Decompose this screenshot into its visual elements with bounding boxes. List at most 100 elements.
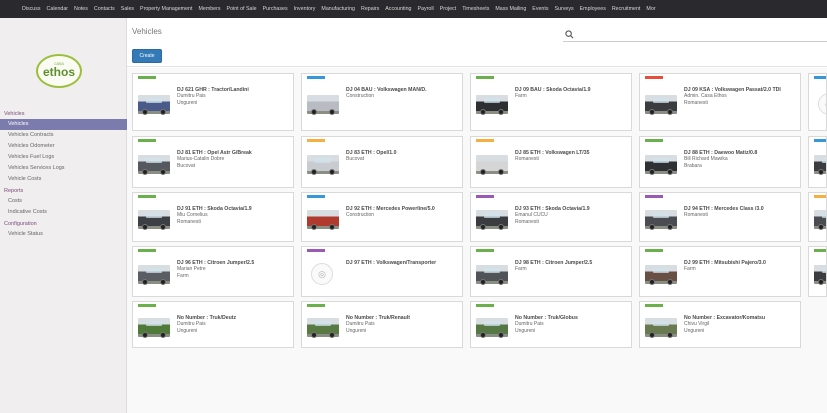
vehicle-wheel <box>667 224 673 230</box>
top-menu-item[interactable]: Events <box>532 6 548 12</box>
top-menu-item[interactable]: Mass Mailing <box>495 6 526 12</box>
vehicle-window <box>653 321 669 326</box>
vehicle-wheel <box>142 169 148 175</box>
vehicle-info-line: Ungureni <box>177 327 198 334</box>
sidebar-item[interactable]: Vehicles <box>0 119 127 130</box>
vehicle-photo <box>476 265 508 285</box>
sidebar-item[interactable]: Indicative Costs <box>0 207 127 218</box>
vehicle-card-details: No Number : Truk/Deutz Dumitru Pais Ungure… <box>177 315 293 334</box>
vehicle-card-details: No Number : Truk/Globus Dumitru Pais Ungur… <box>515 315 631 334</box>
top-menu-item[interactable]: Property Management <box>140 6 192 12</box>
vehicle-card[interactable]: No Number : Truk/Globus Dumitru Pais Ungur… <box>470 301 632 348</box>
vehicle-info-line: Romanesti <box>177 218 201 225</box>
top-menu-item[interactable]: Purchases <box>263 6 288 12</box>
create-button[interactable]: Create <box>132 49 162 63</box>
tag-color-bar <box>307 76 325 79</box>
vehicle-card-partial[interactable] <box>808 192 827 242</box>
vehicle-card-partial[interactable] <box>808 246 827 297</box>
vehicle-wheel <box>142 332 148 338</box>
top-menu-item[interactable]: Point of Sale <box>227 6 257 12</box>
vehicle-window <box>146 321 162 326</box>
tag-color-bar <box>307 195 325 198</box>
vehicle-wheel <box>649 224 655 230</box>
top-menu: Discuss Calendar Notes Contacts Sales Propert… <box>0 0 827 18</box>
top-menu-item[interactable]: Discuss <box>22 6 41 12</box>
tag-color-bar <box>138 76 156 79</box>
vehicle-card[interactable]: DJ 81 ETH : Opel Astr G/Break Marius-Cata… <box>132 136 294 188</box>
tag-color-bar <box>645 304 663 307</box>
top-menu-item[interactable]: Recruitment <box>612 6 641 12</box>
vehicle-wheel <box>667 332 673 338</box>
top-menu-item[interactable]: Mor <box>646 6 655 12</box>
tag-color-bar <box>138 304 156 307</box>
vehicle-card[interactable]: DJ 96 ETH : Citroen Jumper/2.5 Marian Pet… <box>132 246 294 297</box>
top-menu-item[interactable]: Sales <box>121 6 134 12</box>
sidebar-item[interactable]: Vehicle Costs <box>0 174 127 185</box>
top-menu-item[interactable]: Accounting <box>385 6 411 12</box>
vehicle-info-line: Construction <box>346 212 375 219</box>
top-menu-item[interactable]: Timesheets <box>462 6 489 12</box>
search-input[interactable] <box>563 29 827 42</box>
breadcrumb[interactable]: Vehicles <box>132 27 162 36</box>
vehicle-wheel <box>818 224 824 230</box>
camera-placeholder-icon: ◎ <box>818 93 826 115</box>
vehicle-wheel <box>329 169 335 175</box>
vehicle-wheel <box>818 169 824 175</box>
vehicle-card[interactable]: DJ 91 ETH : Skoda Octavia/1.9 Miu Corneli… <box>132 192 294 242</box>
vehicle-window <box>653 98 669 103</box>
vehicle-card[interactable]: DJ 94 ETH : Mercedes Class /3.0 Romanesti <box>639 192 801 242</box>
vehicle-card[interactable]: DJ 99 ETH : Mitsubishi Pajero/3.0 Farm <box>639 246 801 297</box>
vehicle-card[interactable]: DJ 93 ETH : Skoda Octavia/1.9 Emanul CUCU… <box>470 192 632 242</box>
top-menu-item[interactable]: Members <box>198 6 220 12</box>
vehicle-photo <box>138 265 170 285</box>
vehicle-photo <box>476 318 508 338</box>
tag-color-bar <box>645 76 663 79</box>
vehicle-wheel <box>160 224 166 230</box>
vehicle-card[interactable]: DJ 09 KSA : Volkswagen Passat/2.0 TDI Adm… <box>639 73 801 131</box>
vehicle-card-details: No Number : Truk/Renault Dumitru Pais Ungu… <box>346 315 462 334</box>
top-menu-item[interactable]: Project <box>440 6 457 12</box>
vehicle-card[interactable]: DJ 83 ETH : Opel/1.0 Bucovat <box>301 136 463 188</box>
vehicle-wheel <box>649 109 655 115</box>
vehicle-photo <box>645 95 677 115</box>
top-menu-item[interactable]: Calendar <box>47 6 69 12</box>
vehicle-card[interactable]: DJ 09 BAU : Skoda Octavia/1.9 Farm <box>470 73 632 131</box>
vehicle-wheel <box>480 169 486 175</box>
vehicle-card[interactable]: DJ 04 BAU : Volkswagen MAN/D. Constructio… <box>301 73 463 131</box>
vehicle-info-line: Farm <box>177 272 189 279</box>
vehicle-info-line: Bucovat <box>346 156 365 163</box>
top-menu-item[interactable]: Contacts <box>94 6 115 12</box>
vehicle-card-partial[interactable]: ◎ <box>808 73 827 131</box>
vehicle-card-partial[interactable] <box>808 136 827 188</box>
vehicle-photo <box>307 95 339 115</box>
top-menu-item[interactable]: Surveys <box>555 6 574 12</box>
vehicle-card[interactable]: DJ 88 ETH : Daewoo Matiz/0.8 Bill Richard… <box>639 136 801 188</box>
vehicle-card[interactable]: DJ 621 GHR : Tractor/Landini Dumitru Pais… <box>132 73 294 131</box>
top-menu-item[interactable]: Notes <box>74 6 88 12</box>
vehicle-card[interactable]: ◎ DJ 97 ETH : Volkswagen/Transporter <box>301 246 463 297</box>
tag-color-bar <box>476 304 494 307</box>
sidebar-item[interactable]: Costs <box>0 196 127 207</box>
vehicle-card[interactable]: DJ 85 ETH : Volkswagen LT/35 Romanesti <box>470 136 632 188</box>
top-menu-item[interactable]: Inventory <box>294 6 316 12</box>
vehicle-wheel <box>649 279 655 285</box>
sidebar-item[interactable]: Vehicles Services Logs <box>0 163 127 174</box>
vehicle-card[interactable]: No Number : Truk/Renault Dumitru Pais Ungu… <box>301 301 463 348</box>
vehicle-wheel <box>649 332 655 338</box>
top-menu-item[interactable]: Repairs <box>361 6 379 12</box>
sidebar-item[interactable]: Vehicles Fuel Logs <box>0 152 127 163</box>
vehicle-card-details: DJ 83 ETH : Opel/1.0 Bucovat <box>346 150 462 163</box>
tag-color-bar <box>814 195 826 198</box>
top-menu-item[interactable]: Payroll <box>417 6 433 12</box>
top-menu-item[interactable]: Manufacturing <box>321 6 355 12</box>
sidebar-item[interactable]: Vehicles Contracts <box>0 130 127 141</box>
vehicle-card[interactable]: DJ 92 ETH : Mercedes Powerline/5.0 Constr… <box>301 192 463 242</box>
vehicle-card[interactable]: DJ 98 ETH : Citroen Jumper/2.5 Farm <box>470 246 632 297</box>
top-menu-item[interactable]: Employees <box>580 6 606 12</box>
sidebar-item[interactable]: Vehicles Odometer <box>0 141 127 152</box>
vehicle-card[interactable]: No Number : Truk/Deutz Dumitru Pais Ungure… <box>132 301 294 348</box>
vehicle-card[interactable]: No Number : Excavator/Komatsu Chivu Virgi… <box>639 301 801 348</box>
vehicle-info-line: Romanesti <box>684 99 708 106</box>
vehicle-wheel <box>480 279 486 285</box>
sidebar-item[interactable]: Vehicle Status <box>0 229 127 240</box>
